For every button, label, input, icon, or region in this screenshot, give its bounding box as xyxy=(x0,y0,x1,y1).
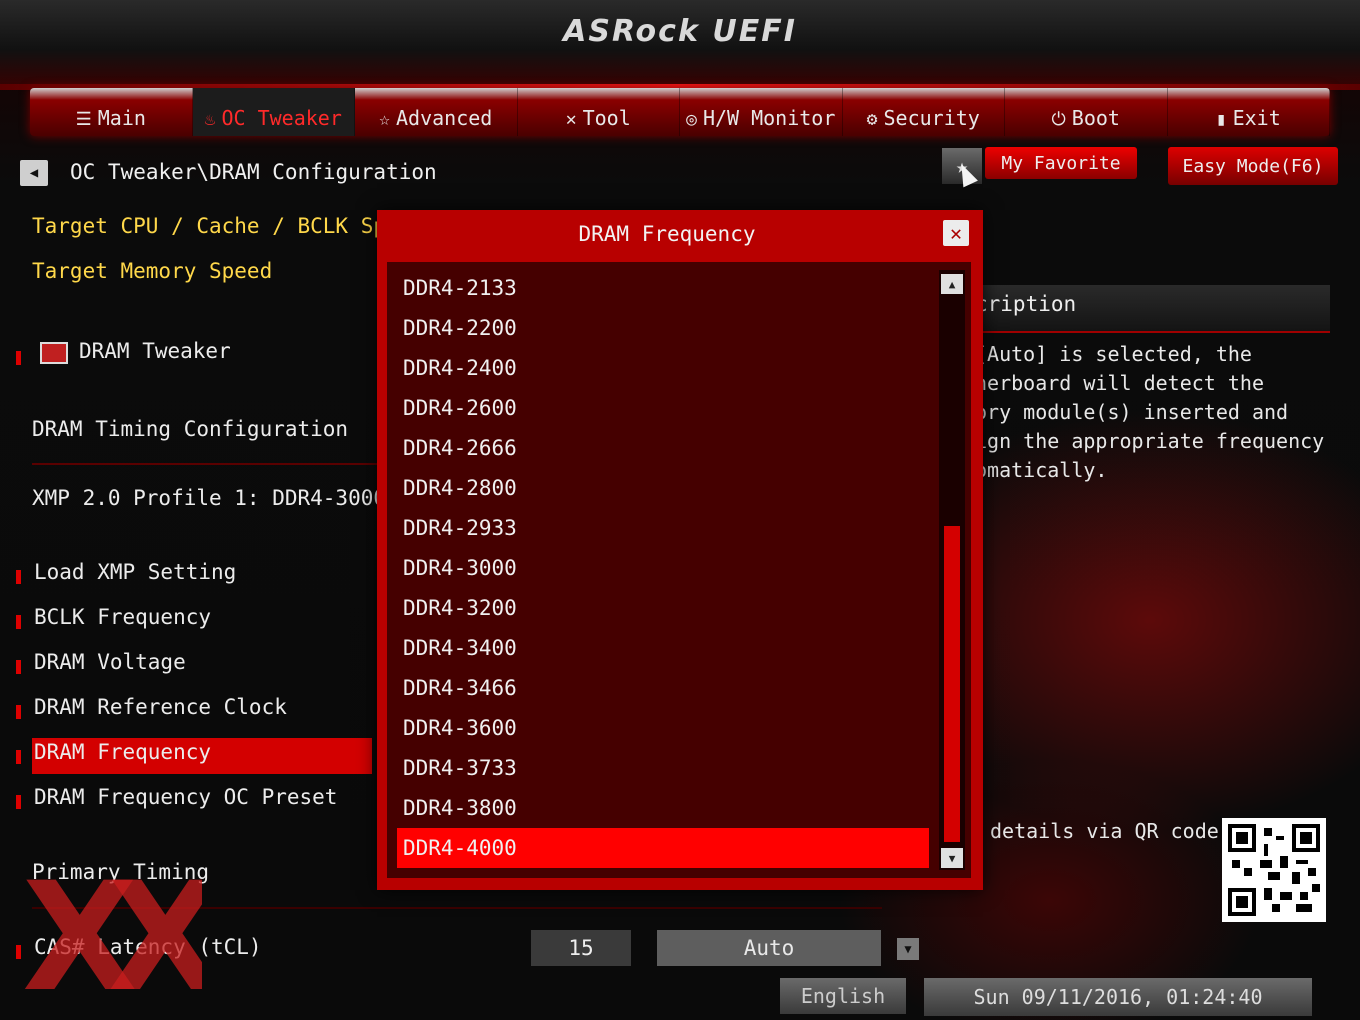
tools-icon: ✕ xyxy=(565,109,577,130)
item-marker xyxy=(16,351,21,365)
chevron-down-icon[interactable]: ▼ xyxy=(897,938,919,960)
monitor-icon: ◎ xyxy=(686,109,697,130)
close-icon: ✕ xyxy=(949,221,963,245)
frequency-option[interactable]: DDR4-3733 xyxy=(403,756,517,780)
tab-exit[interactable]: ▮ Exit xyxy=(1168,88,1330,136)
tab-label: H/W Monitor xyxy=(702,106,836,130)
xmp-profile-text: XMP 2.0 Profile 1: DDR4-3000 15-15 xyxy=(32,486,377,510)
tab-tool[interactable]: ✕ Tool xyxy=(518,88,680,136)
frequency-option[interactable]: DDR4-2600 xyxy=(403,396,517,420)
tab-security[interactable]: ⚙ Security xyxy=(843,88,1005,136)
scroll-up-button[interactable]: ▲ xyxy=(941,274,963,294)
item-marker xyxy=(16,570,21,584)
target-cpu-label: Target CPU / Cache / BCLK Speed xyxy=(32,214,424,238)
dialog-title: DRAM Frequency xyxy=(578,222,756,246)
watermark-logo: XX xyxy=(22,872,202,1004)
tab-label: Advanced xyxy=(396,106,493,130)
scroll-down-button[interactable]: ▼ xyxy=(941,848,963,868)
main-tab-bar: ☰ Main ♨ OC Tweaker ☆ Advanced ✕ Tool ◎ … xyxy=(30,88,1330,136)
cas-latency-setting[interactable]: Auto xyxy=(657,930,881,966)
scrollbar-thumb[interactable] xyxy=(944,526,960,842)
qr-code-icon xyxy=(1228,824,1320,916)
item-marker xyxy=(16,945,21,959)
my-favorite-button[interactable]: My Favorite xyxy=(985,147,1137,179)
qr-code-hint: details via QR code xyxy=(990,819,1219,843)
memory-icon xyxy=(40,342,68,364)
dram-frequency-item[interactable]: DRAM Frequency xyxy=(34,740,211,764)
tab-label: Exit xyxy=(1232,106,1281,130)
item-marker xyxy=(16,750,21,764)
bclk-frequency-item[interactable]: BCLK Frequency xyxy=(34,605,211,629)
tab-main[interactable]: ☰ Main xyxy=(30,88,193,136)
load-xmp-setting-item[interactable]: Load XMP Setting xyxy=(34,560,236,584)
tab-hw-monitor[interactable]: ◎ H/W Monitor xyxy=(680,88,843,136)
easy-mode-button[interactable]: Easy Mode(F6) xyxy=(1168,147,1338,185)
date-time-display: Sun 09/11/2016, 01:24:40 xyxy=(924,978,1312,1016)
close-button[interactable]: ✕ xyxy=(943,220,969,246)
dram-voltage-item[interactable]: DRAM Voltage xyxy=(34,650,186,674)
star-icon: ☆ xyxy=(379,109,390,130)
frequency-option-selected[interactable]: DDR4-4000 xyxy=(403,836,517,860)
tab-label: OC Tweaker xyxy=(221,106,342,130)
tab-label: Main xyxy=(97,106,146,130)
cas-latency-value: 15 xyxy=(531,930,631,966)
item-marker xyxy=(16,705,21,719)
tab-label: Tool xyxy=(582,106,631,130)
tab-label: Security xyxy=(883,106,980,130)
exit-icon: ▮ xyxy=(1215,109,1227,130)
arrow-left-icon: ◀ xyxy=(29,165,39,181)
power-icon: ⏻ xyxy=(1051,109,1066,130)
frequency-option[interactable]: DDR4-3800 xyxy=(403,796,517,820)
dram-frequency-oc-preset-item[interactable]: DRAM Frequency OC Preset xyxy=(34,785,337,809)
frequency-option[interactable]: DDR4-2933 xyxy=(403,516,517,540)
tab-boot[interactable]: ⏻ Boot xyxy=(1005,88,1168,136)
dram-tweaker-item[interactable]: DRAM Tweaker xyxy=(79,339,231,363)
frequency-option[interactable]: DDR4-3000 xyxy=(403,556,517,580)
tab-label: Boot xyxy=(1071,106,1120,130)
target-memory-label: Target Memory Speed xyxy=(32,259,273,283)
dram-reference-clock-item[interactable]: DRAM Reference Clock xyxy=(34,695,287,719)
qr-code-image xyxy=(1222,818,1326,922)
breadcrumb: OC Tweaker\DRAM Configuration xyxy=(70,160,437,184)
app-logo: ASRock UEFI xyxy=(563,14,797,49)
frequency-option[interactable]: DDR4-3466 xyxy=(403,676,517,700)
frequency-option[interactable]: DDR4-2666 xyxy=(403,436,517,460)
description-text: [Auto] is selected, the herboard will de… xyxy=(975,342,1325,482)
frequency-option[interactable]: DDR4-3200 xyxy=(403,596,517,620)
tab-oc-tweaker[interactable]: ♨ OC Tweaker xyxy=(192,88,355,136)
divider xyxy=(32,463,377,465)
frequency-option[interactable]: DDR4-2133 xyxy=(403,276,517,300)
item-marker xyxy=(16,795,21,809)
shield-icon: ⚙ xyxy=(866,109,878,130)
frequency-options-list: DDR4-2133 DDR4-2200 DDR4-2400 DDR4-2600 … xyxy=(387,262,971,878)
item-marker xyxy=(16,660,21,674)
back-button[interactable]: ◀ xyxy=(20,160,48,186)
tab-advanced[interactable]: ☆ Advanced xyxy=(355,88,518,136)
frequency-option[interactable]: DDR4-3600 xyxy=(403,716,517,740)
flame-icon: ♨ xyxy=(204,109,216,130)
dram-frequency-dialog: DRAM Frequency ✕ DDR4-2133 DDR4-2200 DDR… xyxy=(377,210,983,890)
item-marker xyxy=(16,615,21,629)
frequency-option[interactable]: DDR4-2200 xyxy=(403,316,517,340)
language-button[interactable]: English xyxy=(780,978,906,1014)
dram-timing-config-heading: DRAM Timing Configuration xyxy=(32,417,349,441)
description-title: cription xyxy=(975,292,1077,316)
frequency-option[interactable]: DDR4-2800 xyxy=(403,476,517,500)
header: ASRock UEFI xyxy=(0,0,1360,90)
frequency-option[interactable]: DDR4-3400 xyxy=(403,636,517,660)
list-icon: ☰ xyxy=(75,109,92,130)
frequency-option[interactable]: DDR4-2400 xyxy=(403,356,517,380)
